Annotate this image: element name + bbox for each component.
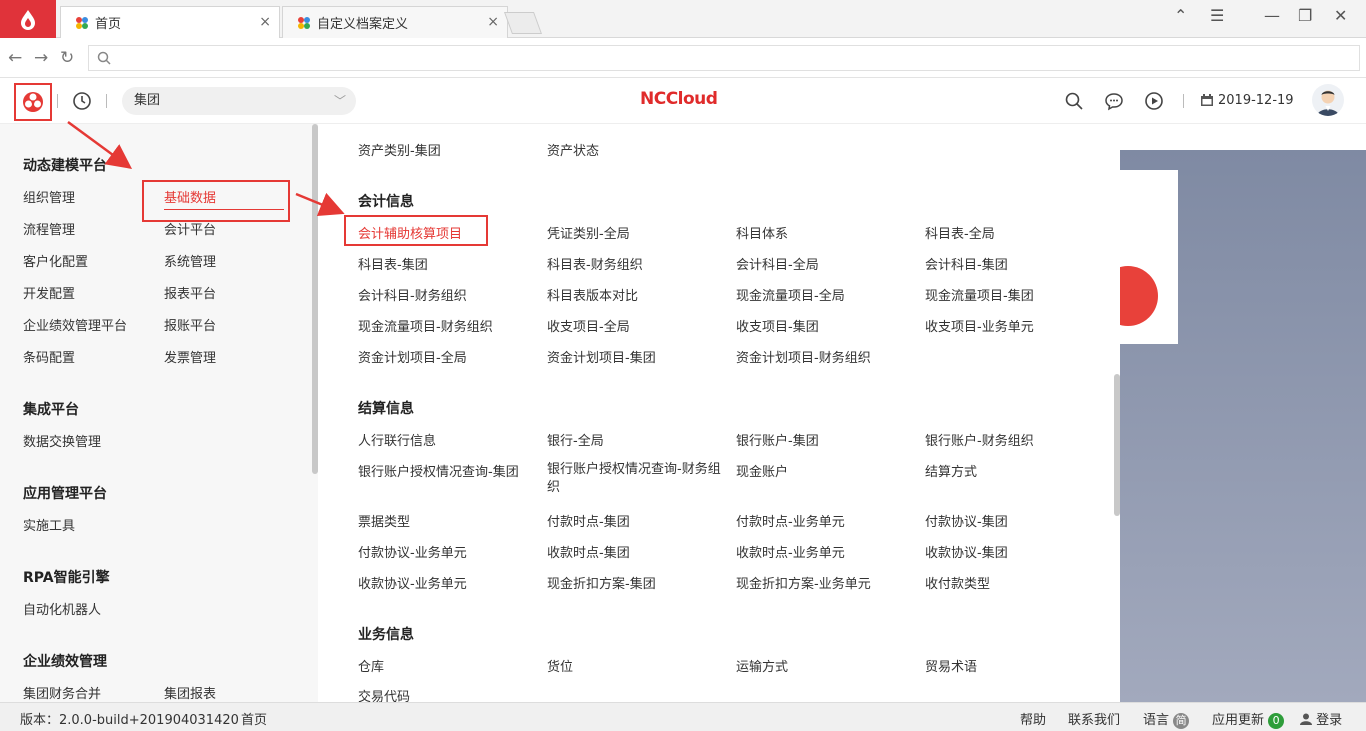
language-button[interactable]: 语言 简 <box>1143 709 1190 729</box>
user-icon <box>1300 713 1312 725</box>
language-label: 语言 <box>1143 713 1170 728</box>
login-label: 登录 <box>1316 713 1343 728</box>
help-link[interactable]: 帮助 <box>1020 709 1046 728</box>
language-badge: 简 <box>1173 712 1190 729</box>
arrow-line <box>67 120 133 169</box>
update-button[interactable]: 应用更新 0 <box>1212 709 1285 729</box>
annotation-arrows <box>67 120 345 216</box>
contact-link[interactable]: 联系我们 <box>1068 709 1120 728</box>
update-label: 应用更新 <box>1212 713 1265 728</box>
home-link[interactable]: 首页 <box>241 709 267 728</box>
login-button[interactable]: 登录 <box>1300 709 1342 728</box>
status-footer: 版本：2.0.0-build+201904031420 首页 帮助 联系我们 语… <box>0 702 1366 731</box>
update-count-badge: 0 <box>1268 712 1285 729</box>
arrow-line <box>295 192 345 216</box>
version-text: 版本：2.0.0-build+201904031420 <box>20 713 239 728</box>
